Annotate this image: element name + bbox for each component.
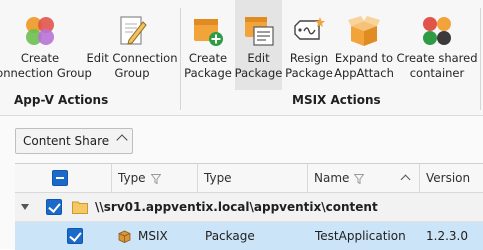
expand-to-appattach-label2: AppAttach <box>334 66 394 80</box>
open-box-icon <box>347 14 381 48</box>
content-share-dropdown[interactable]: Content Share <box>15 128 133 154</box>
row-type-icon-label: MSIX <box>138 229 168 243</box>
resign-package-label1: Resign <box>289 51 329 65</box>
filter-funnel-icon[interactable] <box>150 173 162 185</box>
chevron-up-icon <box>116 134 128 146</box>
row-name: TestApplication <box>315 229 406 243</box>
group-row-checkbox[interactable] <box>46 199 62 215</box>
edit-connection-group-label2: Group <box>114 66 150 80</box>
create-shared-container-button[interactable]: Create shared container <box>396 0 478 90</box>
filter-funnel-icon[interactable] <box>353 173 365 185</box>
signature-tag-icon <box>292 14 326 48</box>
group-row-path: \\srv01.appventix.local\appventix\conten… <box>95 200 378 214</box>
edit-package-label2: Package <box>234 66 283 80</box>
row-version: 1.2.3.0 <box>426 229 468 243</box>
grid-header: Type Type Name Version <box>15 164 483 193</box>
expand-to-appattach-label1: Expand to <box>334 51 394 65</box>
edit-connection-group-button[interactable]: Edit Connection Group <box>86 0 178 90</box>
create-package-label1: Create <box>188 51 228 65</box>
column-header-version-label: Version <box>426 171 471 185</box>
row-type: Package <box>205 229 255 243</box>
msix-actions-title: MSIX Actions <box>292 93 381 107</box>
resign-package-label2: Package <box>285 66 333 80</box>
edit-package-icon <box>242 14 276 48</box>
create-package-label2: Package <box>184 66 232 80</box>
column-header-type-label: Type <box>204 171 232 185</box>
row-checkbox[interactable] <box>67 228 83 244</box>
folder-icon <box>72 193 88 221</box>
create-connection-group-button[interactable]: Create Connection Group <box>0 0 92 90</box>
ribbon-group-separator-right <box>480 8 481 110</box>
create-shared-container-label2: container <box>409 66 465 80</box>
column-header-type-icon[interactable]: Type <box>111 164 197 192</box>
column-header-type[interactable]: Type <box>197 164 307 192</box>
ribbon-group-separator <box>180 8 181 110</box>
create-package-button[interactable]: Create Package <box>183 0 233 90</box>
column-header-name[interactable]: Name <box>307 164 419 192</box>
edit-document-icon <box>115 14 149 48</box>
content-share-dropdown-value: Content Share <box>23 134 110 148</box>
resign-package-button[interactable]: Resign Package <box>284 0 334 90</box>
sort-ascending-icon <box>400 174 411 185</box>
package-icon <box>118 222 131 250</box>
edit-package-button[interactable]: Edit Package <box>235 0 282 90</box>
table-row[interactable]: MSIX Package TestApplication 1.2.3.0 <box>15 222 483 250</box>
column-header-name-label: Name <box>314 171 350 185</box>
package-grid: Type Type Name Version \\srv01.appventix… <box>15 163 483 250</box>
create-package-icon <box>191 14 225 48</box>
column-header-version[interactable]: Version <box>419 164 483 192</box>
column-header-type-icon-label: Type <box>118 171 146 185</box>
content-area: Content Share Type Type Name Version \\s… <box>0 116 483 250</box>
edit-package-label1: Edit <box>247 51 270 65</box>
expand-to-appattach-button[interactable]: Expand to AppAttach <box>334 0 394 90</box>
create-connection-group-label1: Create <box>20 51 60 65</box>
ribbon: Create Connection Group Edit Connection … <box>0 0 483 116</box>
connection-group-icon <box>23 14 57 48</box>
create-connection-group-label2: Connection Group <box>0 66 92 80</box>
create-shared-container-label1: Create shared <box>396 51 478 65</box>
select-all-checkbox[interactable] <box>52 170 68 186</box>
collapse-triangle-icon[interactable] <box>21 204 29 210</box>
appv-actions-title: App-V Actions <box>14 93 109 107</box>
group-row[interactable]: \\srv01.appventix.local\appventix\conten… <box>15 193 483 222</box>
edit-connection-group-label1: Edit Connection <box>86 51 178 65</box>
shared-container-icon <box>420 14 454 48</box>
